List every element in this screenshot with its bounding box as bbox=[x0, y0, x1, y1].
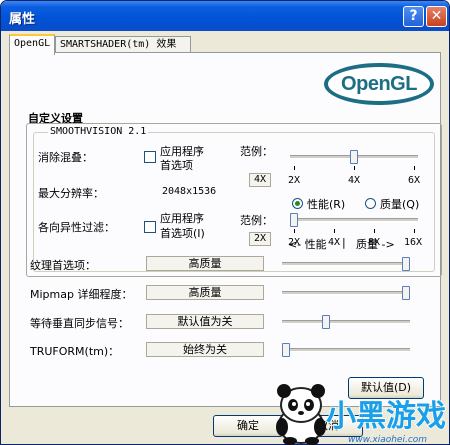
watermark-url: www.xiaohei.com bbox=[348, 435, 427, 445]
quality-radio-label: 质量(Q) bbox=[380, 198, 420, 211]
antialiasing-range-label: 范例： bbox=[240, 145, 273, 158]
anisotropic-label: 各向异性过滤： bbox=[38, 221, 115, 234]
mipmap-slider-track[interactable] bbox=[282, 291, 410, 295]
title-bar[interactable]: 属性 ? ✕ bbox=[1, 1, 449, 31]
aa-tick bbox=[414, 166, 415, 170]
antialiasing-slider-thumb[interactable] bbox=[350, 150, 358, 164]
quality-direction-label: 质量 -> bbox=[356, 238, 395, 251]
tab-opengl[interactable]: OpenGL bbox=[9, 34, 55, 55]
anisotropic-app-pref-label-1: 应用程序 bbox=[160, 212, 204, 225]
aa-tick bbox=[354, 166, 355, 170]
smoothvision-title: SMOOTHVISION 2.1 bbox=[48, 126, 149, 137]
perf-quality-separator: | bbox=[342, 236, 346, 249]
aa-tick-label-4x: 4X bbox=[348, 175, 361, 186]
custom-settings-group: SMOOTHVISION 2.1 消除混叠： 应用程序 首选项 范例： 4X 2… bbox=[26, 123, 442, 277]
truform-label: TRUFORM(tm)： bbox=[30, 345, 120, 358]
anisotropic-app-pref-label-2: 首选项(I) bbox=[160, 227, 205, 240]
max-resolution-value: 2048x1536 bbox=[162, 186, 217, 197]
mipmap-slider-thumb[interactable] bbox=[402, 286, 410, 300]
af-tick-label-4x: 4X bbox=[328, 237, 341, 248]
texture-pref-value: 高质量 bbox=[146, 256, 264, 271]
vsync-slider-thumb[interactable] bbox=[321, 315, 330, 329]
anisotropic-value: 2X bbox=[249, 232, 271, 246]
close-button[interactable]: ✕ bbox=[426, 6, 447, 27]
vsync-slider-track[interactable] bbox=[282, 320, 410, 324]
aa-tick-label-2x: 2X bbox=[288, 175, 301, 186]
mipmap-label: Mipmap 详细程度： bbox=[30, 288, 133, 301]
opengl-logo-text: OpenGL bbox=[341, 73, 417, 95]
quality-radio[interactable] bbox=[365, 198, 376, 209]
site-watermark-logo: 小黑游戏 www.xiaohei.com bbox=[325, 398, 447, 445]
antialiasing-label: 消除混叠： bbox=[38, 151, 93, 164]
vsync-label: 等待垂直同步信号： bbox=[30, 317, 129, 330]
anisotropic-app-pref-checkbox[interactable] bbox=[144, 221, 156, 233]
af-tick bbox=[374, 229, 375, 233]
performance-radio[interactable] bbox=[292, 198, 303, 209]
max-resolution-label: 最大分辨率： bbox=[38, 187, 104, 200]
anisotropic-slider-track[interactable] bbox=[290, 218, 418, 222]
aa-tick bbox=[294, 166, 295, 170]
watermark-text: 小黑游戏 bbox=[326, 399, 446, 434]
aa-tick-label-6x: 6X bbox=[408, 175, 421, 186]
window-title: 属性 bbox=[9, 12, 36, 27]
mipmap-value: 高质量 bbox=[146, 285, 264, 300]
af-tick bbox=[414, 229, 415, 233]
antialiasing-app-pref-checkbox[interactable] bbox=[144, 151, 156, 163]
af-tick bbox=[294, 229, 295, 233]
opengl-logo: OpenGL bbox=[324, 63, 434, 105]
af-tick-label-16x: 16X bbox=[404, 237, 423, 248]
antialiasing-app-pref-label-2: 首选项 bbox=[160, 159, 193, 172]
help-button[interactable]: ? bbox=[403, 6, 424, 27]
anisotropic-slider-thumb[interactable] bbox=[290, 213, 298, 227]
texture-slider-track[interactable] bbox=[282, 262, 410, 266]
truform-value: 始终为关 bbox=[146, 342, 264, 357]
antialiasing-value: 4X bbox=[249, 173, 271, 187]
perf-direction-label: <- 性能 bbox=[288, 238, 327, 251]
anisotropic-range-label: 范例： bbox=[240, 214, 273, 227]
texture-slider-thumb[interactable] bbox=[402, 257, 410, 271]
af-tick bbox=[334, 229, 335, 233]
vsync-value: 默认值为关 bbox=[146, 314, 264, 329]
texture-pref-label: 纹理首选项： bbox=[30, 259, 96, 272]
performance-radio-label: 性能(R) bbox=[307, 198, 346, 211]
